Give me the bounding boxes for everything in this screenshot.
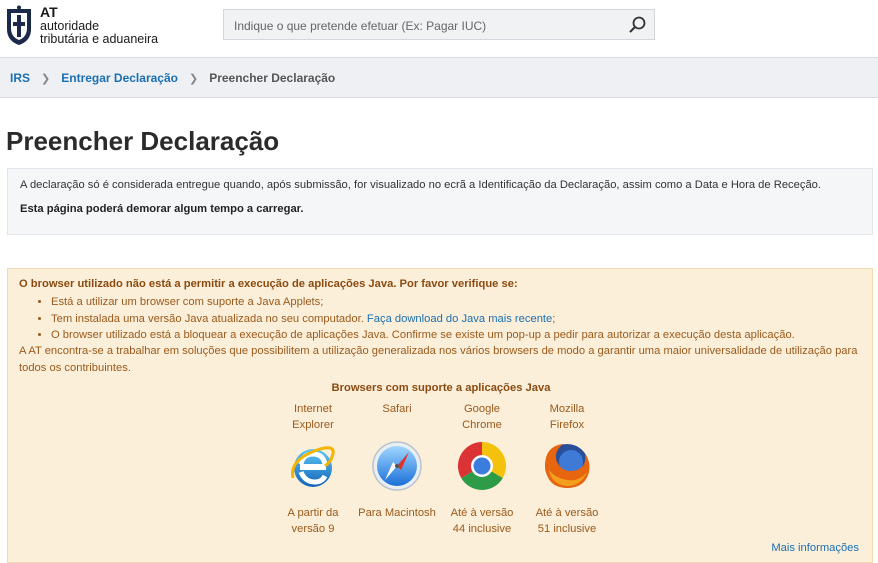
search-bar [223, 9, 655, 41]
browser-note: versão 9 [291, 523, 335, 535]
warning-item-blocked: O browser utilizado está a bloquear a ex… [51, 327, 795, 344]
firefox-icon[interactable] [541, 440, 593, 492]
logo-line-1: AT [40, 4, 58, 20]
info-line-loading: Esta página poderá demorar algum tempo a… [20, 203, 304, 215]
browser-name: Explorer [292, 419, 334, 431]
breadcrumb-current: Preencher Declaração [209, 71, 336, 85]
breadcrumb-entregar-declaracao[interactable]: Entregar Declaração [61, 71, 178, 85]
at-coat-of-arms-icon [4, 5, 34, 47]
browser-internet-explorer: Internet Explorer A partir da versão 9 [272, 401, 354, 537]
browser-note: 44 inclusive [452, 523, 512, 535]
browser-note: Para Macintosh [358, 507, 436, 519]
warning-item-text: Está a utilizar um browser com suporte a… [51, 296, 324, 308]
java-warning-box: O browser utilizado não está a permitir … [7, 268, 873, 563]
browser-name: Mozilla [549, 403, 585, 415]
chevron-right-icon: ❯ [41, 72, 51, 85]
warning-list: Está a utilizar um browser com suporte a… [19, 294, 795, 344]
search-icon[interactable] [628, 15, 648, 35]
browser-note: 51 inclusive [537, 523, 597, 535]
warning-item-suffix: ; [552, 312, 556, 325]
breadcrumb: IRS ❯ Entregar Declaração ❯ Preencher De… [0, 57, 878, 98]
warning-title: O browser utilizado não está a permitir … [19, 278, 518, 290]
browser-note: A partir da [287, 507, 339, 519]
safari-icon[interactable] [371, 440, 423, 492]
logo-line-3: tributária e aduaneira [40, 32, 159, 46]
warning-item-text: O browser utilizado está a bloquear a ex… [51, 329, 795, 341]
java-download-link[interactable]: Faça download do Java mais recente [367, 313, 552, 325]
chrome-icon[interactable] [456, 440, 508, 492]
more-info-link[interactable]: Mais informações [771, 542, 859, 554]
warning-item-java-version: Tem instalada uma versão Java atualizada… [51, 311, 795, 328]
chevron-right-icon: ❯ [188, 72, 199, 85]
page-title: Preencher Declaração [6, 126, 280, 156]
browser-firefox: Mozilla Firefox Até à versão 51 inclusive [526, 401, 608, 537]
warning-item-text: Tem instalada uma versão Java atualizada… [51, 312, 364, 325]
browser-name: Internet [294, 403, 332, 415]
site-header: AT autoridade tributária e aduaneira [0, 0, 878, 56]
browser-note: Até à versão [535, 507, 599, 519]
at-logo-text: AT autoridade tributária e aduaneira [40, 5, 158, 47]
warning-paragraph: A AT encontra-se a trabalhar em soluções… [19, 345, 858, 374]
internet-explorer-icon[interactable] [287, 440, 339, 492]
browser-name: Firefox [549, 419, 585, 431]
browser-note: Até à versão [450, 507, 514, 519]
warning-item-applets: Está a utilizar um browser com suporte a… [51, 294, 795, 311]
search-input[interactable] [232, 10, 616, 41]
browser-name: Chrome [462, 419, 502, 431]
browser-safari: Safari Para Macintosh [356, 401, 438, 521]
browsers-title: Browsers com suporte a aplicações Java [331, 382, 551, 394]
info-line-submission: A declaração só é considerada entregue q… [20, 179, 821, 191]
breadcrumb-irs[interactable]: IRS [10, 71, 30, 85]
browser-name: Google [463, 403, 501, 415]
at-logo[interactable]: AT autoridade tributária e aduaneira [4, 5, 158, 47]
browser-name: Safari [382, 403, 412, 415]
info-box: A declaração só é considerada entregue q… [7, 168, 873, 235]
browser-chrome: Google Chrome Até à versão 44 inclusive [441, 401, 523, 537]
